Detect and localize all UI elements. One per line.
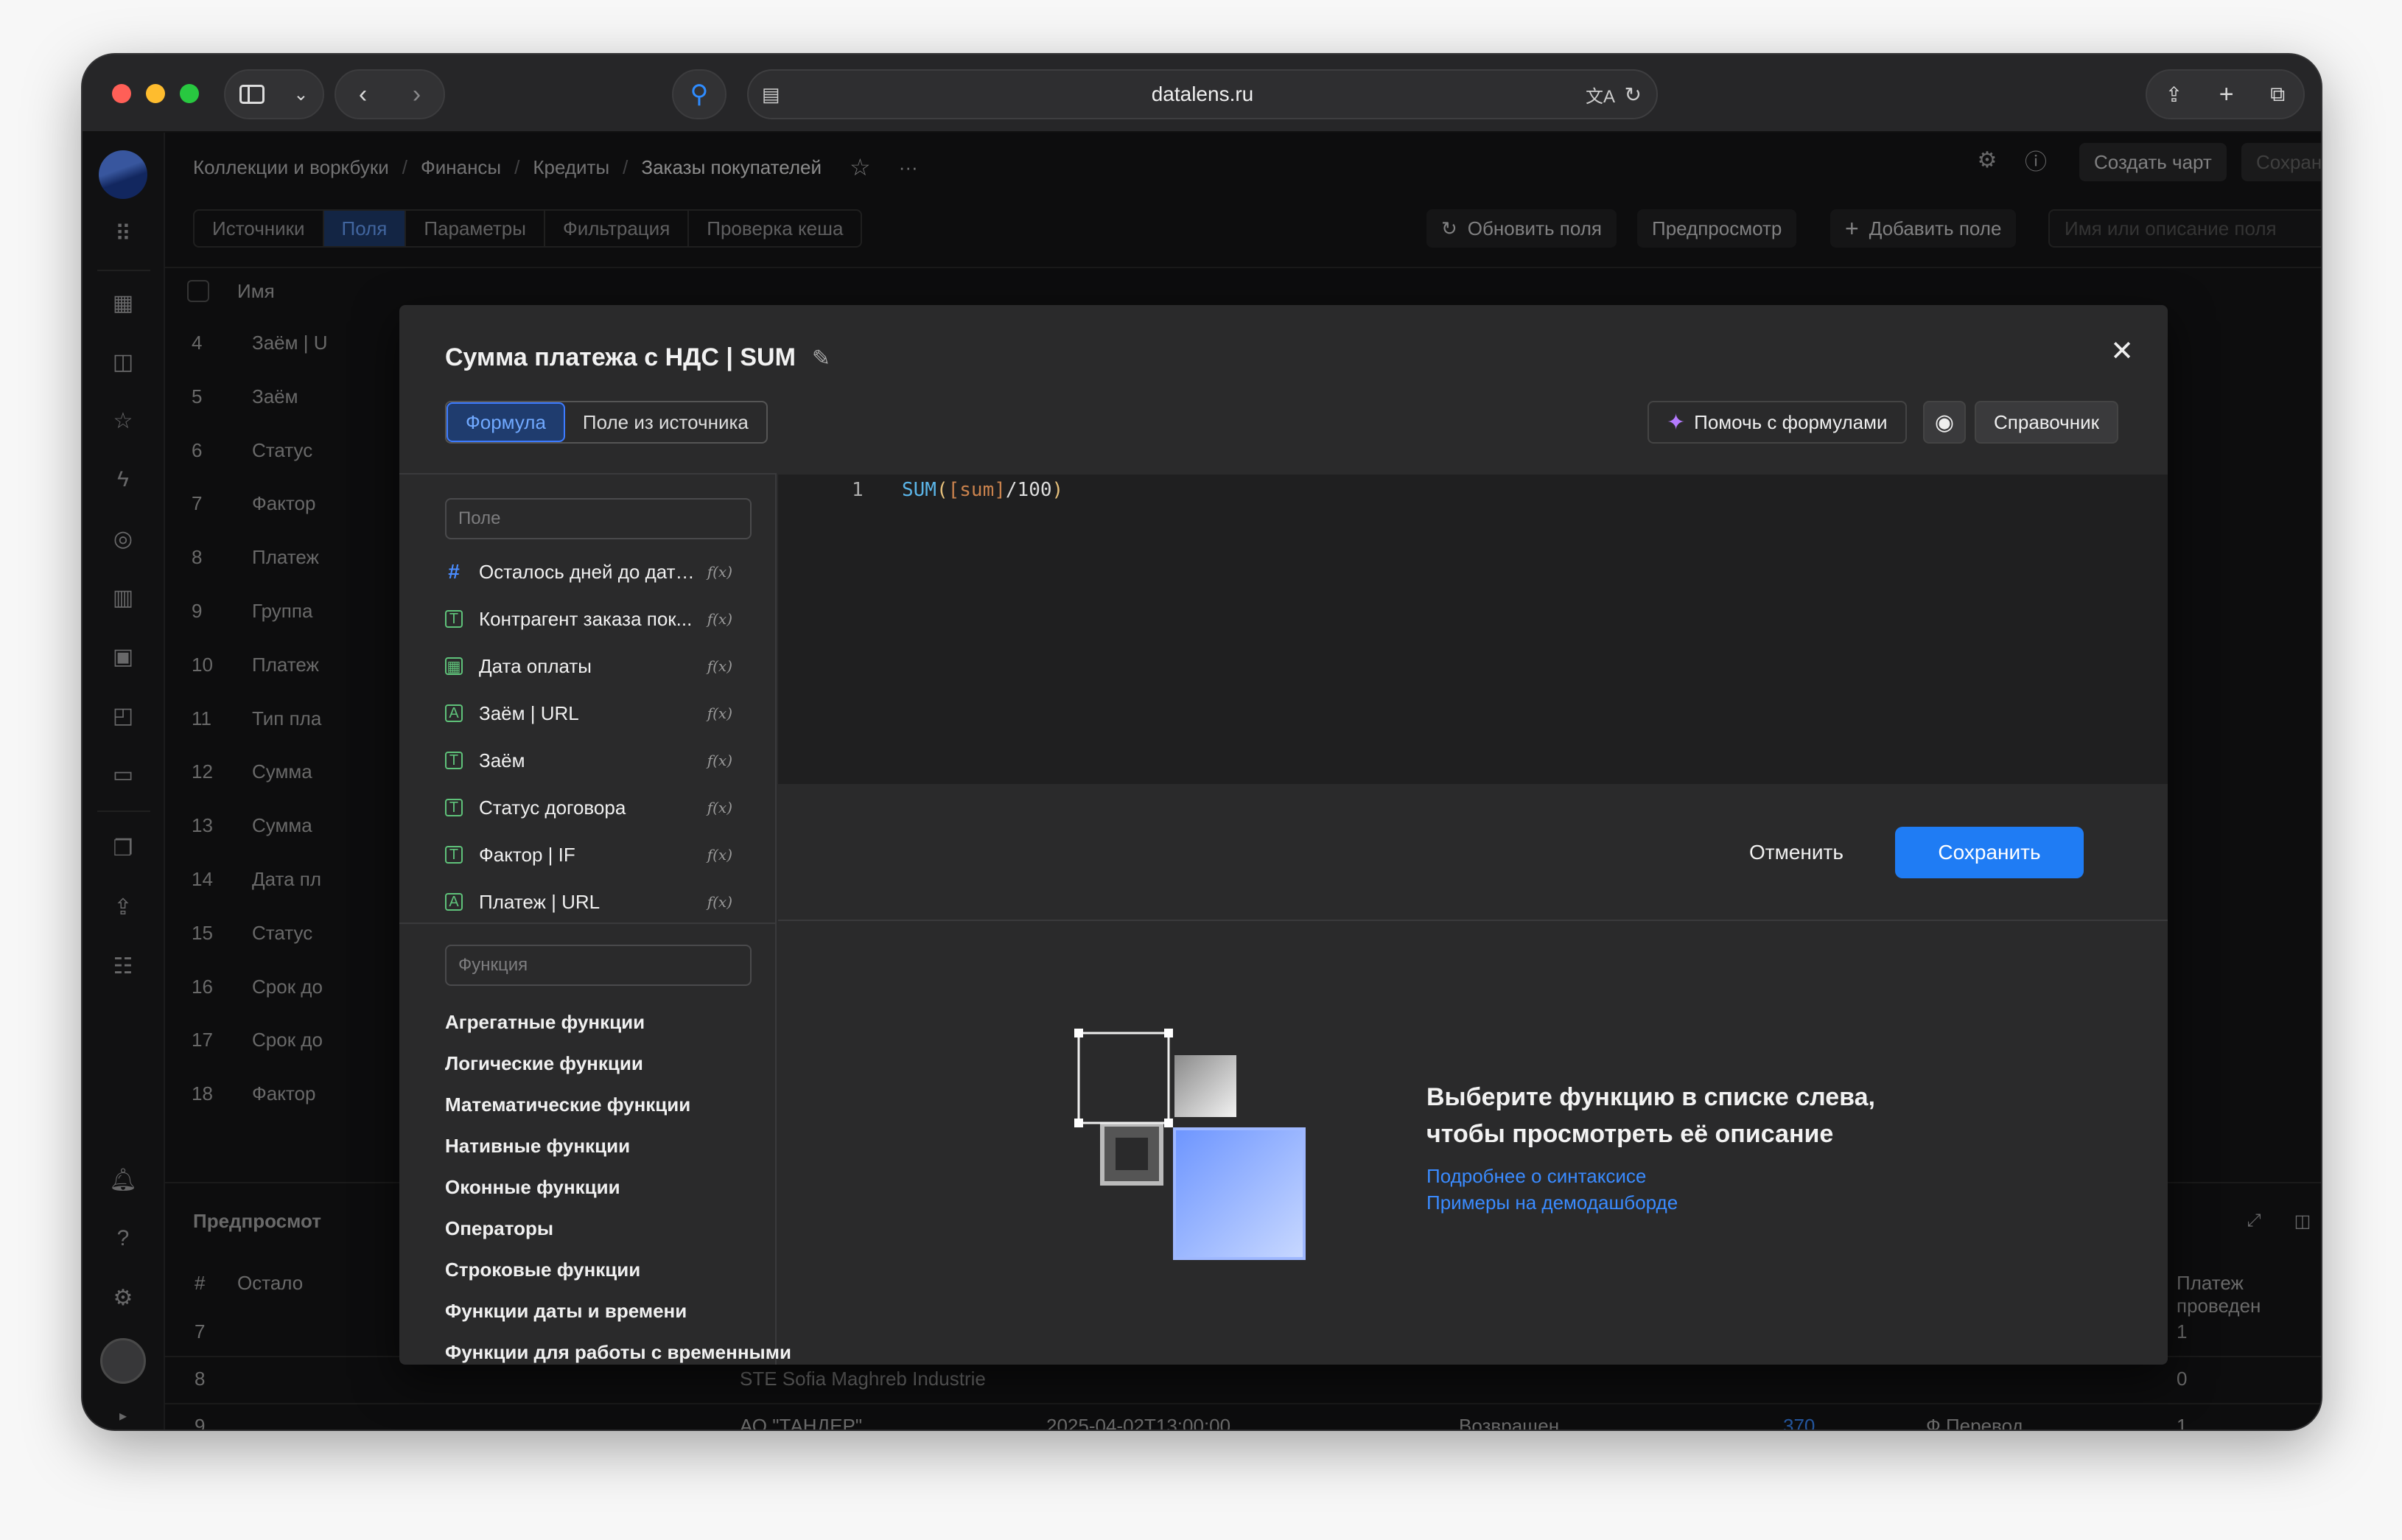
- field-list-item[interactable]: T Фактор | IF f(x): [445, 837, 732, 872]
- url-type-icon: A: [445, 704, 463, 722]
- mode-source-tab[interactable]: Поле из источника: [565, 402, 766, 442]
- browser-window: ⌄ ‹ › ⚲ ▤ datalens.ru 文A ↻ ⇪ + ⧉ ⠿ ▦ ◫ ☆…: [83, 55, 2321, 1429]
- tabs-overview-icon[interactable]: ⧉: [2270, 83, 2285, 107]
- formula-editor[interactable]: 1 SUM([sum]/100): [778, 475, 2168, 784]
- function-group-item[interactable]: Нативные функции: [445, 1135, 630, 1158]
- field-list-item[interactable]: A Платеж | URL f(x): [445, 884, 732, 920]
- dialog-title: Сумма платежа с НДС | SUM ✎: [445, 343, 831, 371]
- url-type-icon: A: [445, 893, 463, 911]
- formula-icon: f(x): [707, 846, 732, 864]
- close-window-button[interactable]: [112, 84, 131, 103]
- formula-icon: f(x): [707, 799, 732, 816]
- formula-code[interactable]: SUM([sum]/100): [902, 475, 1063, 505]
- text-type-icon: T: [445, 610, 463, 628]
- demo-dashboard-link[interactable]: Примеры на демодашборде: [1426, 1189, 1678, 1216]
- key-icon: ⚲: [690, 80, 709, 108]
- page-settings-icon[interactable]: ▤: [762, 83, 780, 106]
- address-bar[interactable]: ▤ datalens.ru 文A ↻: [747, 69, 1658, 119]
- function-group-item[interactable]: Функции даты и времени: [445, 1300, 687, 1323]
- url-text: datalens.ru: [1151, 83, 1254, 105]
- forward-icon[interactable]: ›: [413, 80, 421, 109]
- field-search-input[interactable]: Поле: [445, 498, 752, 539]
- syntax-link[interactable]: Подробнее о синтаксисе: [1426, 1163, 1646, 1189]
- password-key-button[interactable]: ⚲: [672, 69, 726, 119]
- formula-icon: f(x): [707, 657, 732, 675]
- field-list-item[interactable]: T Заём f(x): [445, 743, 732, 778]
- history-nav: ‹ ›: [335, 69, 445, 119]
- field-name: Дата оплаты: [479, 654, 592, 677]
- field-list-item[interactable]: T Статус договора f(x): [445, 790, 732, 825]
- formula-icon: f(x): [707, 704, 732, 722]
- text-type-icon: T: [445, 846, 463, 864]
- text-type-icon: T: [445, 799, 463, 816]
- browser-actions: ⇪ + ⧉: [2146, 69, 2305, 119]
- formula-icon: f(x): [707, 752, 732, 769]
- function-group-item[interactable]: Оконные функции: [445, 1176, 620, 1199]
- reference-button[interactable]: Справочник: [1975, 401, 2118, 444]
- sidebar-icon: [239, 85, 265, 104]
- line-number: 1: [852, 479, 864, 501]
- function-search-input[interactable]: Функция: [445, 945, 752, 986]
- date-type-icon: ▦: [445, 657, 463, 675]
- formula-icon: f(x): [707, 893, 732, 911]
- share-icon[interactable]: ⇪: [2165, 83, 2182, 107]
- function-group-item[interactable]: Логические функции: [445, 1052, 643, 1075]
- field-list-item[interactable]: # Осталось дней до даты... f(x): [445, 554, 732, 589]
- formula-icon: f(x): [707, 610, 732, 628]
- dialog-actions: Отменить Сохранить: [778, 784, 2168, 921]
- function-group-item[interactable]: Агрегатные функции: [445, 1011, 645, 1034]
- help-heading: Выберите функцию в списке слева, чтобы п…: [1426, 1083, 1875, 1148]
- mode-formula-tab[interactable]: Формула: [447, 402, 565, 442]
- field-name: Статус договора: [479, 796, 626, 819]
- translate-icon[interactable]: 文A: [1586, 82, 1615, 108]
- text-type-icon: T: [445, 752, 463, 769]
- formula-icon: f(x): [707, 563, 732, 581]
- field-name: Осталось дней до даты...: [479, 560, 701, 583]
- formula-help-button[interactable]: ✦ Помочь с формулами: [1648, 401, 1907, 444]
- close-dialog-icon[interactable]: ✕: [2110, 335, 2134, 368]
- save-button[interactable]: Сохранить: [1895, 827, 2084, 878]
- function-group-item[interactable]: Математические функции: [445, 1093, 690, 1116]
- field-mode-switch: Формула Поле из источника: [445, 401, 768, 444]
- reload-icon[interactable]: ↻: [1625, 83, 1642, 107]
- eye-icon[interactable]: ◉: [1923, 401, 1966, 444]
- dialog-sidebar: Поле # Осталось дней до даты... f(x) T Контр…: [399, 473, 791, 1365]
- number-type-icon: #: [448, 560, 460, 583]
- function-group-item[interactable]: Строковые функции: [445, 1259, 640, 1281]
- sparkle-icon: ✦: [1667, 410, 1686, 435]
- field-list-item[interactable]: T Контрагент заказа пок... f(x): [445, 601, 732, 637]
- select-function-illustration: [1074, 1029, 1306, 1260]
- edit-field-dialog: Сумма платежа с НДС | SUM ✎ ✕ Формула Пол…: [399, 305, 2168, 1365]
- field-list-item[interactable]: A Заём | URL f(x): [445, 696, 732, 731]
- chevron-down-icon: ⌄: [293, 84, 309, 105]
- field-name: Заём: [479, 749, 525, 771]
- function-group-item[interactable]: Операторы: [445, 1217, 553, 1240]
- edit-pencil-icon[interactable]: ✎: [812, 346, 830, 371]
- function-group-item[interactable]: Функции для работы с временными: [445, 1341, 791, 1364]
- zoom-window-button[interactable]: [180, 84, 199, 103]
- field-name: Платеж | URL: [479, 890, 600, 913]
- minimize-window-button[interactable]: [146, 84, 165, 103]
- back-icon[interactable]: ‹: [359, 80, 367, 109]
- field-name: Контрагент заказа пок...: [479, 607, 693, 630]
- cancel-button[interactable]: Отменить: [1737, 827, 1855, 878]
- browser-titlebar: ⌄ ‹ › ⚲ ▤ datalens.ru 文A ↻ ⇪ + ⧉: [83, 55, 2321, 133]
- field-list-item[interactable]: ▦ Дата оплаты f(x): [445, 648, 732, 684]
- field-name: Заём | URL: [479, 701, 579, 724]
- field-name: Фактор | IF: [479, 843, 575, 866]
- new-tab-icon[interactable]: +: [2219, 80, 2234, 109]
- function-help-panel: Выберите функцию в списке слева, чтобы п…: [778, 923, 2168, 1365]
- sidebar-toggle-button[interactable]: ⌄: [224, 69, 324, 119]
